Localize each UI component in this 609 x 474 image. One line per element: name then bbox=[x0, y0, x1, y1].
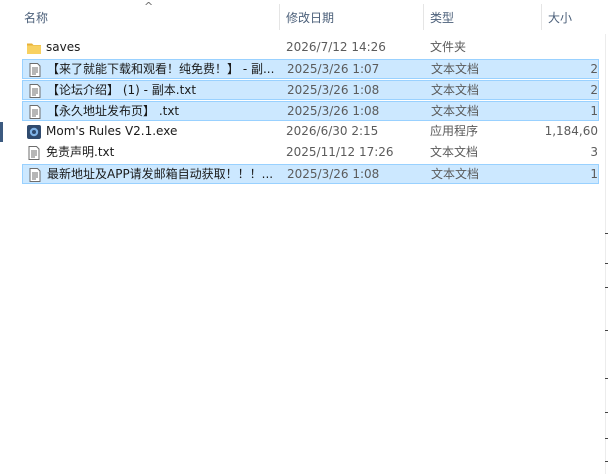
edge-mark bbox=[605, 461, 608, 462]
file-type: 文本文档 bbox=[431, 83, 480, 97]
row-focus-edge bbox=[0, 122, 3, 142]
file-modified: 2025/3/26 1:08 bbox=[287, 167, 380, 181]
file-modified: 2025/3/26 1:08 bbox=[287, 104, 380, 118]
edge-mark bbox=[605, 438, 608, 439]
file-row[interactable]: 【永久地址发布页】 .txt 2025/3/26 1:08 文本文档 1 bbox=[22, 101, 599, 121]
column-header-size[interactable]: 大小 bbox=[542, 0, 609, 34]
folder-icon bbox=[27, 43, 41, 54]
file-row-exe[interactable]: Mom's Rules V2.1.exe 2026/6/30 2:15 应用程序… bbox=[22, 122, 599, 142]
text-file-icon bbox=[29, 105, 41, 119]
text-file-icon bbox=[29, 84, 41, 98]
file-row[interactable]: 免责声明.txt 2025/11/12 17:26 文本文档 3 bbox=[22, 143, 599, 163]
file-size: 1,184,60 bbox=[544, 124, 598, 138]
file-name: 【来了就能下载和观看！纯免费！】 - 副... bbox=[47, 62, 275, 76]
sort-ascending-icon: ^ bbox=[144, 0, 154, 13]
text-file-icon bbox=[28, 146, 40, 160]
file-size: 2 bbox=[590, 83, 598, 97]
edge-mark bbox=[605, 378, 608, 379]
column-header-type[interactable]: 类型 bbox=[424, 0, 541, 34]
edge-mark bbox=[605, 233, 608, 234]
file-name: 【论坛介绍】 (1) - 副本.txt bbox=[47, 83, 197, 97]
edge-mark bbox=[605, 330, 608, 331]
file-row[interactable]: 【论坛介绍】 (1) - 副本.txt 2025/3/26 1:08 文本文档 … bbox=[22, 80, 599, 100]
file-modified: 2025/3/26 1:07 bbox=[287, 62, 380, 76]
file-row[interactable]: 【来了就能下载和观看！纯免费！】 - 副... 2025/3/26 1:07 文… bbox=[22, 59, 599, 79]
column-header-type-label: 类型 bbox=[430, 11, 455, 25]
file-size: 1 bbox=[590, 104, 598, 118]
file-type: 文件夹 bbox=[430, 40, 467, 54]
edge-mark bbox=[605, 263, 608, 264]
file-type: 文本文档 bbox=[431, 167, 480, 181]
file-name: Mom's Rules V2.1.exe bbox=[46, 124, 178, 138]
file-size bbox=[542, 38, 598, 58]
file-row[interactable]: 最新地址及APP请发邮箱自动获取！！！... 2025/3/26 1:08 文本… bbox=[22, 164, 599, 184]
file-modified: 2026/6/30 2:15 bbox=[286, 124, 379, 138]
text-file-icon bbox=[29, 168, 41, 182]
column-header-bar: 名称 ^ 修改日期 类型 大小 bbox=[0, 0, 609, 34]
file-type: 文本文档 bbox=[431, 62, 480, 76]
app-exe-icon bbox=[27, 125, 41, 139]
file-modified: 2026/7/12 14:26 bbox=[286, 40, 386, 54]
file-size: 3 bbox=[590, 145, 598, 159]
file-name: 免责声明.txt bbox=[46, 145, 115, 159]
file-modified: 2025/3/26 1:08 bbox=[287, 83, 380, 97]
edge-mark bbox=[605, 412, 608, 413]
column-header-name-label: 名称 bbox=[24, 11, 49, 25]
column-header-modified[interactable]: 修改日期 bbox=[280, 0, 423, 34]
file-type: 应用程序 bbox=[430, 124, 479, 138]
file-type: 文本文档 bbox=[430, 145, 479, 159]
column-header-size-label: 大小 bbox=[548, 11, 573, 25]
file-row-saves[interactable]: saves 2026/7/12 14:26 文件夹 bbox=[22, 38, 599, 58]
window-edge bbox=[605, 34, 606, 474]
text-file-icon bbox=[29, 63, 41, 77]
file-type: 文本文档 bbox=[431, 104, 480, 118]
file-size: 2 bbox=[590, 62, 598, 76]
edge-mark bbox=[605, 287, 608, 288]
file-name: saves bbox=[46, 40, 81, 54]
file-name: 【永久地址发布页】 .txt bbox=[47, 104, 180, 118]
file-name: 最新地址及APP请发邮箱自动获取！！！... bbox=[47, 167, 274, 181]
file-modified: 2025/11/12 17:26 bbox=[286, 145, 394, 159]
column-header-modified-label: 修改日期 bbox=[286, 11, 335, 25]
file-size: 1 bbox=[590, 167, 598, 181]
